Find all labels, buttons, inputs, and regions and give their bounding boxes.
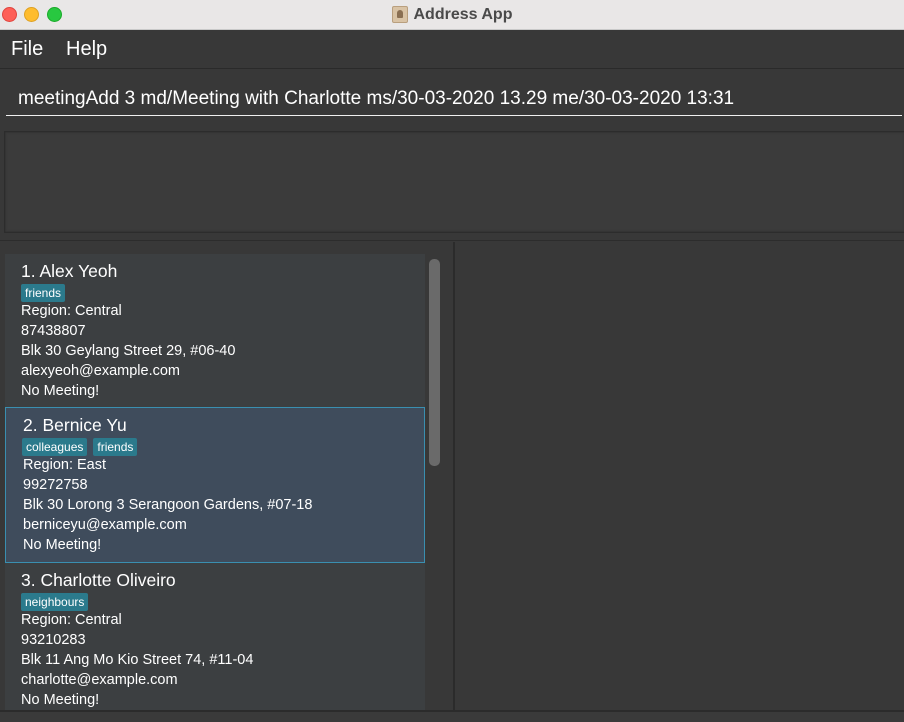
- person-address: Blk 11 Ang Mo Kio Street 74, #11-04: [21, 652, 254, 668]
- command-box: [0, 69, 904, 125]
- person-card[interactable]: 3. Charlotte Oliveiro neighbours Region:…: [5, 563, 425, 710]
- window-title-wrap: Address App: [0, 0, 904, 29]
- person-region: Region: Central: [21, 303, 122, 319]
- tag: friends: [93, 438, 138, 456]
- person-phone: 99272758: [23, 477, 88, 493]
- result-display: [4, 131, 904, 233]
- person-meeting: No Meeting!: [23, 537, 102, 553]
- detail-panel: [457, 242, 904, 710]
- status-bar: [0, 710, 904, 722]
- person-card[interactable]: 1. Alex Yeoh friends Region: Central 874…: [5, 254, 425, 408]
- person-email: berniceyu@example.com: [23, 517, 187, 533]
- menu-file[interactable]: File: [11, 38, 43, 61]
- person-card-selected[interactable]: 2. Bernice Yu colleagues friends Region:…: [5, 407, 425, 563]
- title-bar: Address App: [0, 0, 904, 30]
- person-list[interactable]: 1. Alex Yeoh friends Region: Central 874…: [0, 242, 455, 710]
- tag: friends: [21, 284, 66, 302]
- command-input[interactable]: [6, 82, 902, 116]
- divider: [0, 240, 904, 241]
- person-address: Blk 30 Lorong 3 Serangoon Gardens, #07-1…: [23, 497, 313, 513]
- tag-list: friends: [21, 284, 66, 302]
- list-scrollbar-thumb[interactable]: [429, 259, 440, 466]
- person-name: 3. Charlotte Oliveiro: [21, 570, 176, 590]
- person-phone: 93210283: [21, 632, 86, 648]
- address-book-icon: [391, 6, 408, 23]
- person-address: Blk 30 Geylang Street 29, #06-40: [21, 343, 236, 359]
- person-email: charlotte@example.com: [21, 672, 178, 688]
- menu-help[interactable]: Help: [66, 38, 107, 61]
- person-name: 1. Alex Yeoh: [21, 261, 118, 281]
- window-title: Address App: [413, 5, 513, 23]
- tag: neighbours: [21, 593, 89, 611]
- person-region: Region: East: [23, 457, 107, 473]
- person-meeting: No Meeting!: [21, 692, 100, 708]
- tag-list: colleagues friends: [22, 438, 138, 456]
- menu-bar: File Help: [0, 30, 904, 69]
- tag: colleagues: [22, 438, 88, 456]
- person-email: alexyeoh@example.com: [21, 363, 180, 379]
- person-meeting: No Meeting!: [21, 383, 100, 399]
- tag-list: neighbours: [21, 593, 89, 611]
- person-name: 2. Bernice Yu: [23, 415, 127, 435]
- person-region: Region: Central: [21, 612, 122, 628]
- person-phone: 87438807: [21, 323, 86, 339]
